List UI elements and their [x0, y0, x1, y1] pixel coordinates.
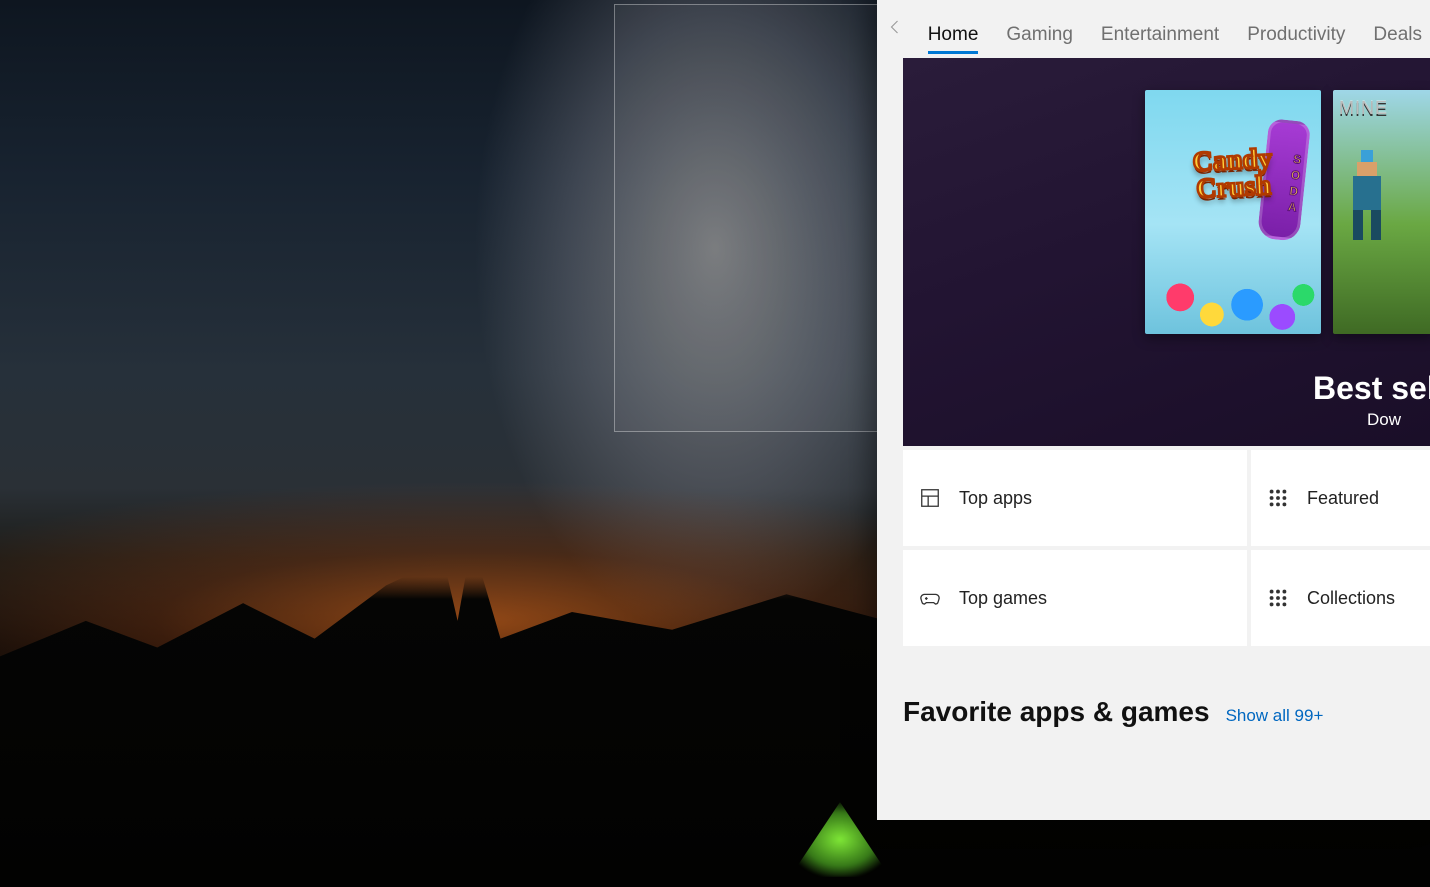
category-label: Featured: [1307, 488, 1379, 509]
grid-icon: [1267, 587, 1289, 609]
favorites-section: Favorite apps & games Show all 99+: [903, 696, 1430, 728]
category-grid: Top apps Featured Top games Collections: [903, 450, 1430, 646]
candy-crush-logo: Candy Crush: [1156, 144, 1311, 205]
tab-productivity[interactable]: Productivity: [1247, 24, 1345, 58]
hero-subtitle: Dow: [1367, 410, 1401, 430]
layout-icon: [919, 487, 941, 509]
tab-gaming[interactable]: Gaming: [1006, 24, 1073, 58]
tab-home[interactable]: Home: [928, 24, 979, 58]
minecraft-logo: MINE: [1339, 98, 1430, 119]
category-collections[interactable]: Collections: [1251, 550, 1430, 646]
hero-tiles: Candy Crush MINE: [1145, 90, 1430, 334]
hero-title: Best sel: [1313, 370, 1430, 407]
grid-icon: [1267, 487, 1289, 509]
hero-banner[interactable]: Candy Crush MINE Best sel Dow: [903, 58, 1430, 446]
category-label: Top apps: [959, 488, 1032, 509]
favorites-title: Favorite apps & games: [903, 696, 1210, 728]
hero-tile-minecraft[interactable]: MINE: [1333, 90, 1430, 334]
category-label: Top games: [959, 588, 1047, 609]
tab-entertainment[interactable]: Entertainment: [1101, 24, 1219, 58]
gamepad-icon: [919, 587, 941, 609]
nav-tabs: Home Gaming Entertainment Productivity D…: [922, 0, 1422, 58]
category-top-apps[interactable]: Top apps: [903, 450, 1247, 546]
category-label: Collections: [1307, 588, 1395, 609]
back-button[interactable]: [885, 9, 908, 49]
category-featured[interactable]: Featured: [1251, 450, 1430, 546]
store-nav-bar: Home Gaming Entertainment Productivity D…: [877, 0, 1430, 58]
desktop-selection-rectangle: [614, 4, 878, 432]
hero-tile-candy-crush[interactable]: Candy Crush: [1145, 90, 1321, 334]
tab-deals[interactable]: Deals: [1373, 24, 1422, 58]
microsoft-store-window: Home Gaming Entertainment Productivity D…: [877, 0, 1430, 820]
back-arrow-icon: [887, 18, 905, 41]
favorites-show-all-link[interactable]: Show all 99+: [1226, 706, 1324, 726]
category-top-games[interactable]: Top games: [903, 550, 1247, 646]
